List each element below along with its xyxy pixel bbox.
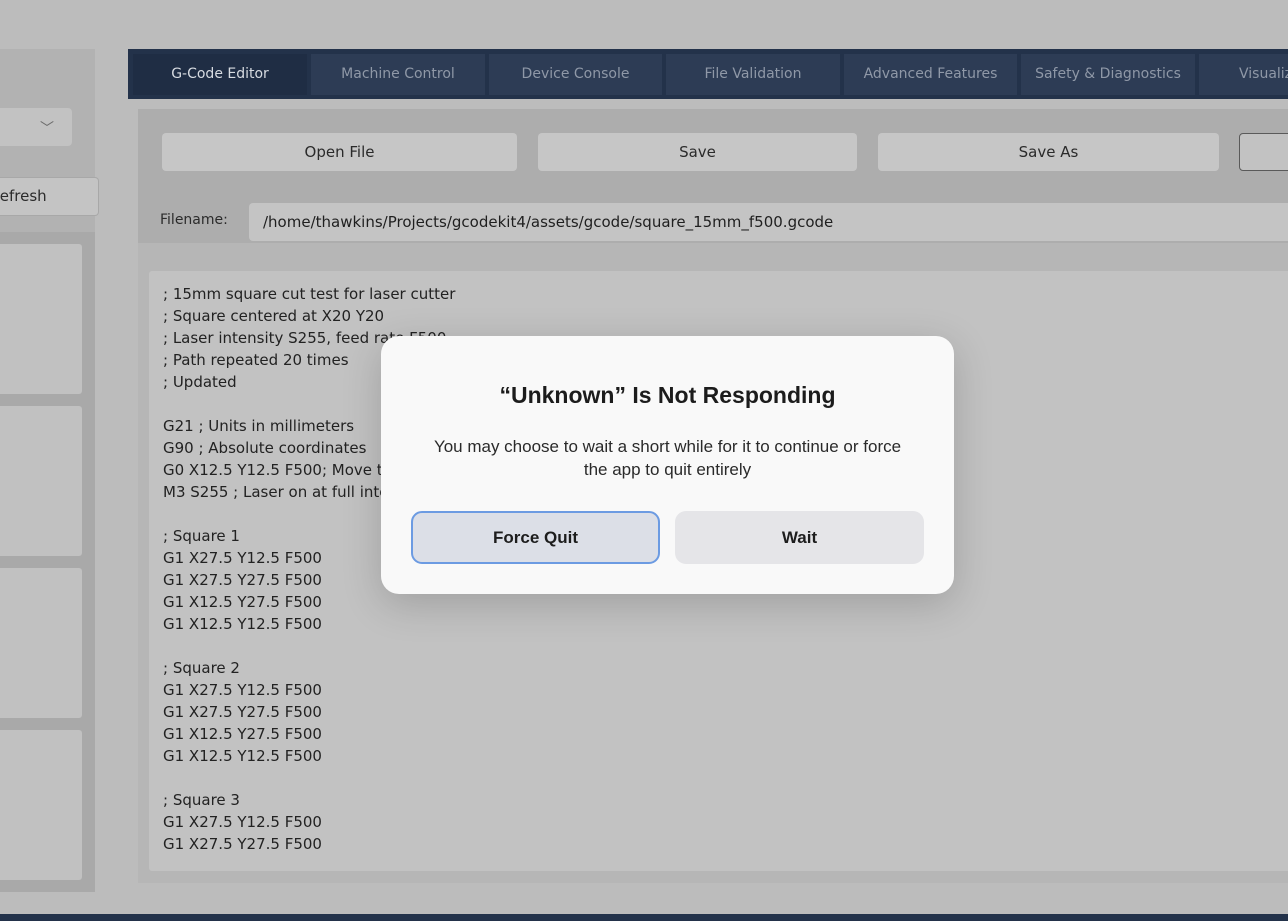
filename-label: Filename: [160,212,228,228]
tab-advanced-features[interactable]: Advanced Features [844,54,1017,95]
editor-line: G1 X12.5 Y12.5 F500 [163,747,322,765]
refresh-button[interactable]: Refresh [0,177,99,216]
editor-line: G1 X27.5 Y12.5 F500 [163,681,322,699]
sidebar: ﹀ Refresh [0,49,99,892]
editor-line: G1 X27.5 Y27.5 F500 [163,703,322,721]
tab-bar: G-Code Editor Machine Control Device Con… [128,49,1288,99]
editor-line: G1 X27.5 Y12.5 F500 [163,813,322,831]
editor-line: ; Square 3 [163,791,240,809]
save-button[interactable]: Save [538,133,857,171]
side-card-3[interactable] [0,568,82,718]
editor-line: G1 X12.5 Y27.5 F500 [163,593,322,611]
side-card-2[interactable] [0,406,82,556]
tab-safety-diagnostics[interactable]: Safety & Diagnostics [1021,54,1195,95]
toolbar-extra-button[interactable] [1239,133,1288,171]
not-responding-dialog: “Unknown” Is Not Responding You may choo… [381,336,954,594]
chevron-down-icon: ﹀ [40,121,54,137]
tab-device-console[interactable]: Device Console [489,54,662,95]
editor-toolbar: Open File Save Save As Filename: /home/t… [138,109,1288,243]
dialog-title: “Unknown” Is Not Responding [499,382,836,408]
editor-line: G1 X12.5 Y12.5 F500 [163,615,322,633]
filename-field[interactable]: /home/thawkins/Projects/gcodekit4/assets… [249,203,1288,241]
editor-line: ; 15mm square cut test for laser cutter [163,285,456,303]
side-card-1[interactable] [0,244,82,394]
open-file-button[interactable]: Open File [162,133,517,171]
tab-file-validation[interactable]: File Validation [666,54,840,95]
dialog-message: You may choose to wait a short while for… [433,437,902,479]
tab-gcode-editor[interactable]: G-Code Editor [133,54,307,95]
save-as-button[interactable]: Save As [878,133,1219,171]
editor-line: G1 X27.5 Y27.5 F500 [163,835,322,853]
force-quit-button[interactable]: Force Quit [411,511,660,564]
sidebar-select[interactable]: ﹀ [0,108,72,146]
editor-line: ; Square centered at X20 Y20 [163,307,385,325]
refresh-button-label: Refresh [0,187,47,205]
editor-line: ; Square 2 [163,659,240,677]
tab-machine-control[interactable]: Machine Control [311,54,485,95]
wait-button[interactable]: Wait [675,511,924,564]
editor-line: G1 X12.5 Y27.5 F500 [163,725,322,743]
app-window: ﹀ Refresh G-Code Editor Machine Control … [0,0,1288,921]
tab-visualizer[interactable]: Visualizer [1199,54,1288,95]
sidebar-panels [0,232,95,892]
status-bar [0,914,1288,921]
side-card-4[interactable] [0,730,82,880]
